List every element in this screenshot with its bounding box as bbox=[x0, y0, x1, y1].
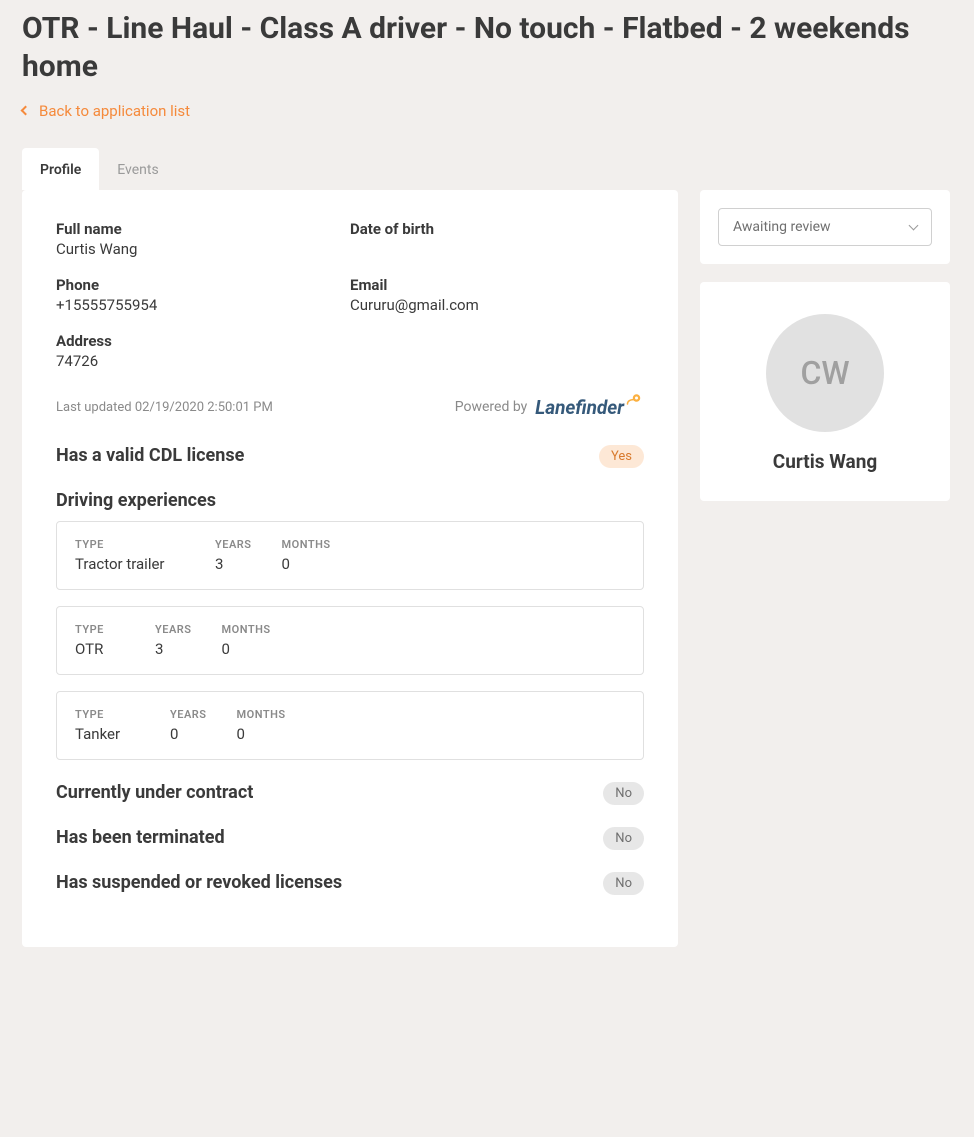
powered-by-label: Powered by bbox=[455, 399, 528, 415]
chevron-down-icon bbox=[909, 220, 919, 230]
status-selected-label: Awaiting review bbox=[733, 219, 831, 235]
chevron-left-icon bbox=[21, 106, 31, 116]
profile-card: Full name Curtis Wang Date of birth Phon… bbox=[22, 190, 678, 947]
field-email: Email Cururu@gmail.com bbox=[350, 276, 644, 314]
label-email: Email bbox=[350, 276, 644, 294]
back-link-label: Back to application list bbox=[39, 102, 190, 120]
exp-months: 0 bbox=[282, 555, 331, 573]
section-terminated-title: Has been terminated bbox=[56, 827, 225, 848]
exp-months: 0 bbox=[222, 640, 271, 658]
exp-years: 3 bbox=[155, 640, 192, 658]
powered-by: Powered by Lanefinder bbox=[455, 396, 644, 419]
section-under-contract-title: Currently under contract bbox=[56, 782, 253, 803]
col-years-label: YEARS bbox=[170, 708, 207, 721]
pin-icon bbox=[626, 392, 644, 410]
col-months-label: MONTHS bbox=[222, 623, 271, 636]
tab-profile[interactable]: Profile bbox=[22, 148, 99, 190]
label-phone: Phone bbox=[56, 276, 350, 294]
field-phone: Phone +15555755954 bbox=[56, 276, 350, 314]
experience-row: TYPE Tanker YEARS 0 MONTHS 0 bbox=[56, 691, 644, 760]
field-dob: Date of birth bbox=[350, 220, 644, 258]
exp-type: Tractor trailer bbox=[75, 555, 185, 573]
exp-years: 3 bbox=[215, 555, 252, 573]
status-card: Awaiting review bbox=[700, 190, 950, 264]
col-months-label: MONTHS bbox=[237, 708, 286, 721]
field-address: Address 74726 bbox=[56, 332, 350, 370]
value-full-name: Curtis Wang bbox=[56, 240, 350, 258]
experience-row: TYPE OTR YEARS 3 MONTHS 0 bbox=[56, 606, 644, 675]
applicant-card: CW Curtis Wang bbox=[700, 282, 950, 501]
badge-terminated: No bbox=[603, 827, 644, 850]
badge-cdl: Yes bbox=[599, 445, 644, 468]
exp-type: OTR bbox=[75, 640, 125, 658]
label-full-name: Full name bbox=[56, 220, 350, 238]
label-address: Address bbox=[56, 332, 350, 350]
col-type-label: TYPE bbox=[75, 538, 185, 551]
applicant-name: Curtis Wang bbox=[718, 450, 932, 473]
col-type-label: TYPE bbox=[75, 623, 125, 636]
exp-years: 0 bbox=[170, 725, 207, 743]
status-select[interactable]: Awaiting review bbox=[718, 208, 932, 246]
col-type-label: TYPE bbox=[75, 708, 140, 721]
page-title: OTR - Line Haul - Class A driver - No to… bbox=[22, 10, 952, 85]
tab-events[interactable]: Events bbox=[99, 148, 176, 190]
back-link[interactable]: Back to application list bbox=[22, 102, 190, 120]
section-cdl-title: Has a valid CDL license bbox=[56, 445, 244, 466]
field-full-name: Full name Curtis Wang bbox=[56, 220, 350, 258]
lanefinder-wordmark: Lanefinder bbox=[535, 396, 624, 419]
lanefinder-logo: Lanefinder bbox=[535, 396, 644, 419]
label-dob: Date of birth bbox=[350, 220, 644, 238]
last-updated-label: Last updated bbox=[56, 400, 132, 415]
badge-under-contract: No bbox=[603, 782, 644, 805]
col-years-label: YEARS bbox=[155, 623, 192, 636]
last-updated-value: 02/19/2020 2:50:01 PM bbox=[135, 400, 273, 415]
section-driving-exp-title: Driving experiences bbox=[56, 490, 216, 511]
badge-suspended: No bbox=[603, 872, 644, 895]
value-address: 74726 bbox=[56, 352, 350, 370]
exp-months: 0 bbox=[237, 725, 286, 743]
exp-type: Tanker bbox=[75, 725, 140, 743]
col-years-label: YEARS bbox=[215, 538, 252, 551]
value-email: Cururu@gmail.com bbox=[350, 296, 644, 314]
driving-experiences-list: TYPE Tractor trailer YEARS 3 MONTHS 0 TY… bbox=[56, 521, 644, 760]
tabs: Profile Events bbox=[22, 148, 952, 190]
col-months-label: MONTHS bbox=[282, 538, 331, 551]
last-updated: Last updated 02/19/2020 2:50:01 PM bbox=[56, 400, 273, 415]
avatar: CW bbox=[766, 314, 884, 432]
value-phone: +15555755954 bbox=[56, 296, 350, 314]
experience-row: TYPE Tractor trailer YEARS 3 MONTHS 0 bbox=[56, 521, 644, 590]
section-suspended-title: Has suspended or revoked licenses bbox=[56, 872, 342, 893]
